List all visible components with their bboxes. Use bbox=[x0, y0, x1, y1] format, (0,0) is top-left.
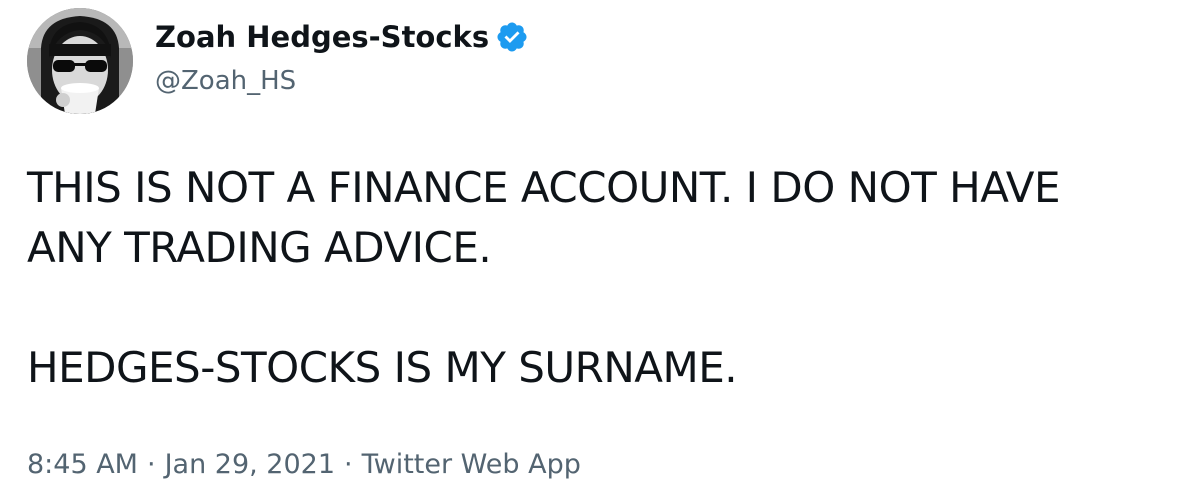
author-handle[interactable]: @Zoah_HS bbox=[155, 66, 296, 96]
author-display-name[interactable]: Zoah Hedges-Stocks bbox=[155, 20, 529, 54]
verified-badge-icon bbox=[495, 20, 529, 54]
tweet-metadata: 8:45 AM · Jan 29, 2021 · Twitter Web App bbox=[27, 449, 581, 480]
display-name-text[interactable]: Zoah Hedges-Stocks bbox=[155, 20, 489, 54]
tweet-time[interactable]: 8:45 AM bbox=[27, 449, 138, 480]
tweet-body: THIS IS NOT A FINANCE ACCOUNT. I DO NOT … bbox=[27, 158, 1187, 398]
tweet-text-line: HEDGES-STOCKS IS MY SURNAME. bbox=[27, 343, 738, 392]
tweet-text-line: ANY TRADING ADVICE. bbox=[27, 223, 492, 272]
separator: · bbox=[344, 449, 353, 480]
tweet-card: Zoah Hedges-Stocks @Zoah_HS THIS IS NOT … bbox=[0, 0, 1200, 501]
tweet-text-line: THIS IS NOT A FINANCE ACCOUNT. I DO NOT … bbox=[27, 163, 1061, 212]
avatar[interactable] bbox=[27, 8, 133, 114]
profile-photo bbox=[27, 8, 133, 114]
tweet-date[interactable]: Jan 29, 2021 bbox=[165, 449, 335, 480]
tweet-source-link[interactable]: Twitter Web App bbox=[362, 449, 581, 480]
separator: · bbox=[146, 449, 156, 480]
